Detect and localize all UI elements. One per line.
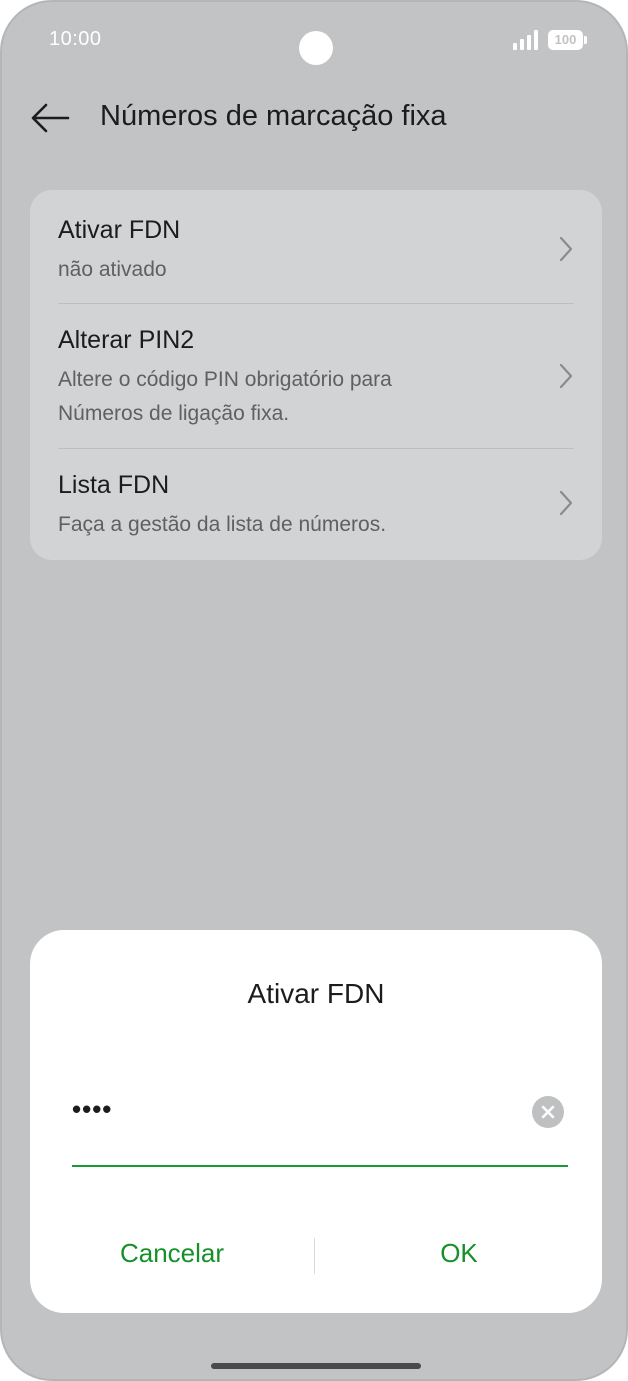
status-time: 10:00 — [49, 28, 102, 50]
dialog-title: Ativar FDN — [247, 978, 385, 1009]
cancel-button[interactable]: Cancelar — [30, 1226, 314, 1280]
setting-title: Alterar PIN2 — [58, 326, 195, 354]
battery-icon: 100 — [548, 30, 588, 50]
setting-row-enable-fdn[interactable]: Ativar FDN não ativado — [30, 190, 602, 303]
pin2-value: •••• — [72, 1094, 113, 1124]
setting-title: Lista FDN — [58, 471, 170, 499]
signal-bars-icon — [513, 30, 539, 50]
front-camera — [299, 31, 333, 65]
chevron-right-icon — [559, 363, 573, 389]
battery-tip — [584, 36, 587, 44]
setting-row-fdn-list[interactable]: Lista FDN Faça a gestão da lista de núme… — [30, 449, 602, 560]
button-separator — [314, 1238, 315, 1274]
chevron-right-icon — [559, 236, 573, 262]
battery-level: 100 — [548, 30, 583, 50]
clear-x-icon — [541, 1105, 555, 1119]
setting-subtitle-line-2: Números de ligação fixa. — [58, 402, 290, 425]
setting-row-change-pin2[interactable]: Alterar PIN2 Altere o código PIN obrigat… — [30, 304, 602, 448]
page-title: Números de marcação fixa — [100, 100, 447, 132]
clear-input-button[interactable] — [532, 1096, 564, 1128]
setting-subtitle: Faça a gestão da lista de números. — [58, 513, 387, 536]
ok-button[interactable]: OK — [316, 1226, 602, 1280]
chevron-right-icon — [559, 490, 573, 516]
arrow-left-icon — [31, 103, 70, 133]
input-underline — [72, 1165, 568, 1167]
pin2-input[interactable]: •••• — [72, 1088, 568, 1167]
enable-fdn-dialog: Ativar FDN •••• Cancelar OK — [30, 930, 602, 1313]
home-indicator[interactable] — [211, 1363, 421, 1369]
phone-screen: 10:00 100 Números de marcação fixa Ativa… — [0, 0, 628, 1381]
setting-title: Ativar FDN — [58, 216, 181, 244]
setting-subtitle: não ativado — [58, 258, 167, 281]
fdn-settings-card: Ativar FDN não ativado Alterar PIN2 Alte… — [30, 190, 602, 560]
setting-subtitle-line-1: Altere o código PIN obrigatório para — [58, 368, 392, 391]
back-button[interactable] — [28, 98, 72, 138]
